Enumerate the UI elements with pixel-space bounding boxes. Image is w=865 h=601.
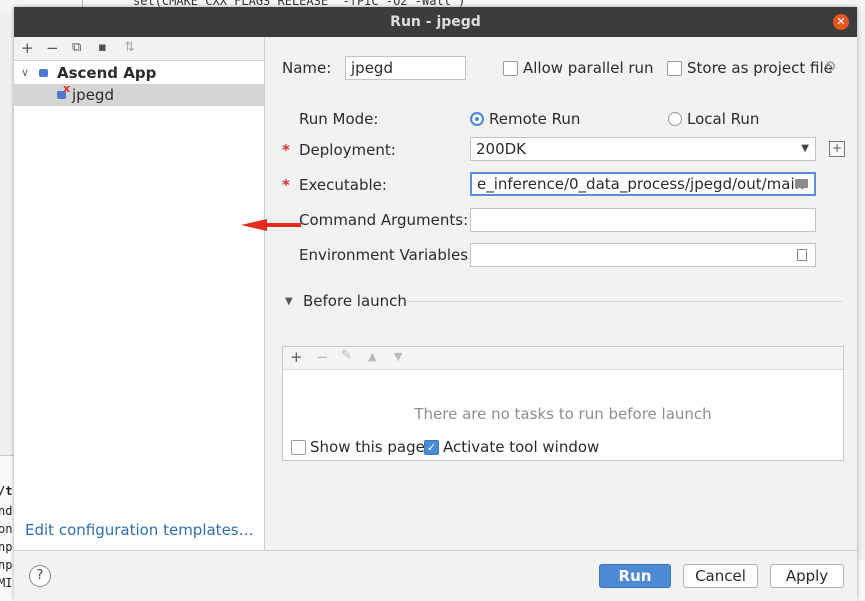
tree-item-jpegd[interactable]: x jpegd xyxy=(14,82,264,106)
run-mode-label: Run Mode: xyxy=(299,110,379,128)
background-right-panel xyxy=(857,560,865,600)
activate-tool-label: Activate tool window xyxy=(443,438,600,456)
edit-templates-link[interactable]: Edit configuration templates… xyxy=(25,521,254,539)
env-vars-field[interactable] xyxy=(470,243,816,267)
executable-label: Executable: xyxy=(299,176,387,194)
background-fragment: on xyxy=(0,522,13,536)
executable-value: e_inference/0_data_process/jpegd/out/mai… xyxy=(477,175,805,193)
apply-button[interactable]: Apply xyxy=(770,564,844,588)
configurations-sidebar: + − ⧉ ▪ ⇅ ∨ Ascend App x jpegd Edit conf… xyxy=(14,37,265,550)
copy-icon[interactable]: ⧉ xyxy=(72,39,81,57)
activate-tool-checkbox[interactable]: ✓ xyxy=(424,440,439,455)
allow-parallel-label: Allow parallel run xyxy=(523,59,654,77)
tree-item-label: jpegd xyxy=(72,86,114,104)
before-launch-toolbar: + − ✎ ▲ ▼ xyxy=(283,347,843,370)
ascend-app-icon xyxy=(39,69,48,77)
background-left-panel: /t nd: on np np MI xyxy=(0,455,14,601)
deployment-label: Deployment: xyxy=(299,141,396,159)
required-marker: * xyxy=(282,176,290,194)
error-x-icon: x xyxy=(63,82,71,95)
empty-tasks-text: There are no tasks to run before launch xyxy=(414,405,712,423)
sidebar-toolbar: + − ⧉ ▪ ⇅ xyxy=(14,37,264,61)
tree-group-label: Ascend App xyxy=(57,64,157,82)
dialog-footer: ? Run Cancel Apply xyxy=(14,550,857,601)
move-down-icon[interactable]: ▼ xyxy=(394,350,402,363)
background-fragment: MI xyxy=(0,576,13,590)
tree-group-ascend-app[interactable]: ∨ Ascend App xyxy=(14,62,264,84)
document-icon[interactable] xyxy=(797,249,807,261)
background-fragment: nd: xyxy=(0,504,14,518)
chevron-down-icon[interactable]: ∨ xyxy=(21,62,29,84)
env-vars-label: Environment Variables: xyxy=(299,246,474,264)
add-task-icon[interactable]: + xyxy=(290,348,303,366)
run-button[interactable]: Run xyxy=(599,564,671,588)
configuration-form: Name: jpegd Allow parallel run Store as … xyxy=(241,37,857,550)
red-arrow-annotation xyxy=(241,219,301,231)
collapse-triangle-icon[interactable]: ▼ xyxy=(285,296,293,307)
move-up-icon[interactable]: ▲ xyxy=(368,350,376,363)
dialog-title: Run - jpegd xyxy=(390,14,481,30)
gear-icon[interactable]: ⚙ xyxy=(824,59,837,75)
folder-icon[interactable]: ▪ xyxy=(98,39,107,57)
command-args-field[interactable] xyxy=(470,208,816,232)
remote-run-radio[interactable] xyxy=(470,112,484,126)
add-deployment-icon[interactable]: + xyxy=(829,141,845,157)
store-project-label: Store as project file xyxy=(687,59,833,77)
divider xyxy=(408,301,842,302)
name-field[interactable]: jpegd xyxy=(345,56,466,80)
background-fragment: /t xyxy=(0,484,13,498)
allow-parallel-checkbox[interactable] xyxy=(503,61,518,76)
deployment-select[interactable]: 200DK ▼ xyxy=(470,137,816,161)
name-label: Name: xyxy=(282,59,332,77)
local-run-label: Local Run xyxy=(687,110,760,128)
before-launch-title: Before launch xyxy=(303,292,407,310)
deployment-value: 200DK xyxy=(476,140,527,158)
show-page-label: Show this page xyxy=(310,438,425,456)
sort-icon[interactable]: ⇅ xyxy=(124,39,135,57)
show-page-checkbox[interactable] xyxy=(291,440,306,455)
local-run-radio[interactable] xyxy=(668,112,682,126)
remove-icon[interactable]: − xyxy=(46,39,59,57)
executable-field[interactable]: e_inference/0_data_process/jpegd/out/mai… xyxy=(470,172,816,196)
background-fragment: np xyxy=(0,540,13,554)
required-marker: * xyxy=(282,141,290,159)
chevron-down-icon: ▼ xyxy=(801,143,809,154)
background-fragment: np xyxy=(0,558,13,572)
remote-run-label: Remote Run xyxy=(489,110,581,128)
browse-folder-icon[interactable] xyxy=(795,179,808,188)
store-project-checkbox[interactable] xyxy=(667,61,682,76)
run-configuration-dialog: Run - jpegd ✕ + − ⧉ ▪ ⇅ ∨ Ascend App x j… xyxy=(14,7,857,601)
remove-task-icon[interactable]: − xyxy=(316,348,329,366)
command-args-label: Command Arguments: xyxy=(299,211,469,229)
add-icon[interactable]: + xyxy=(21,39,34,57)
dialog-titlebar: Run - jpegd ✕ xyxy=(14,7,857,37)
close-icon[interactable]: ✕ xyxy=(833,14,849,30)
help-button[interactable]: ? xyxy=(29,565,51,587)
edit-task-icon[interactable]: ✎ xyxy=(341,348,352,363)
cancel-button[interactable]: Cancel xyxy=(683,564,758,588)
